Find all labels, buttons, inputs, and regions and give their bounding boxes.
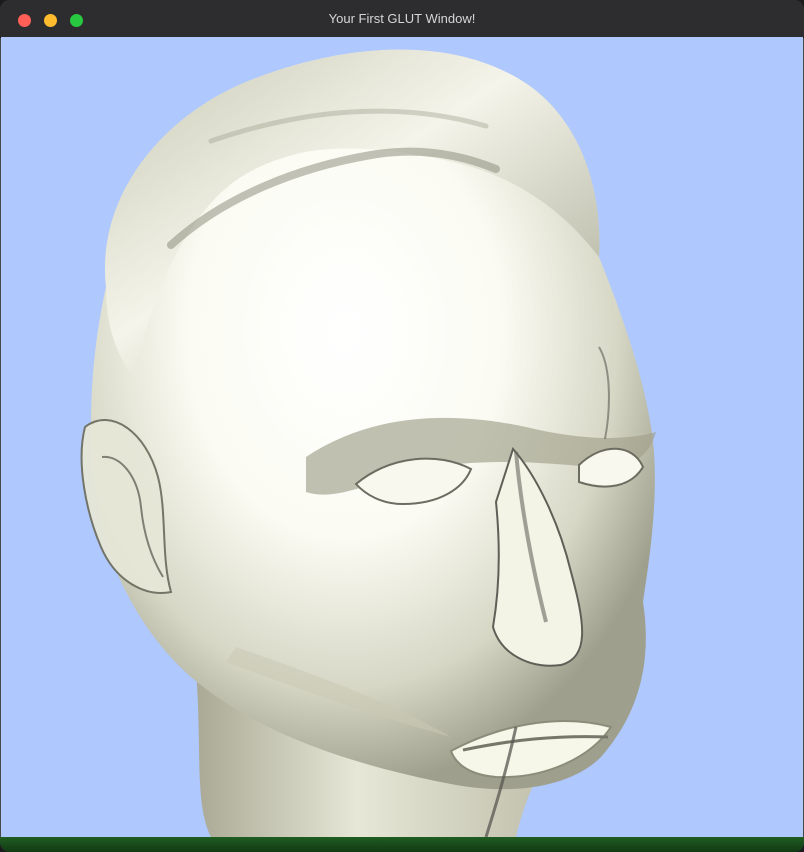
glut-window: Your First GLUT Window! [0,0,804,852]
head-render-canvas[interactable] [1,37,803,837]
bottom-edge [0,837,804,852]
window-title: Your First GLUT Window! [328,11,476,26]
opengl-viewport[interactable] [1,37,803,837]
title-bar[interactable]: Your First GLUT Window! [0,0,804,38]
